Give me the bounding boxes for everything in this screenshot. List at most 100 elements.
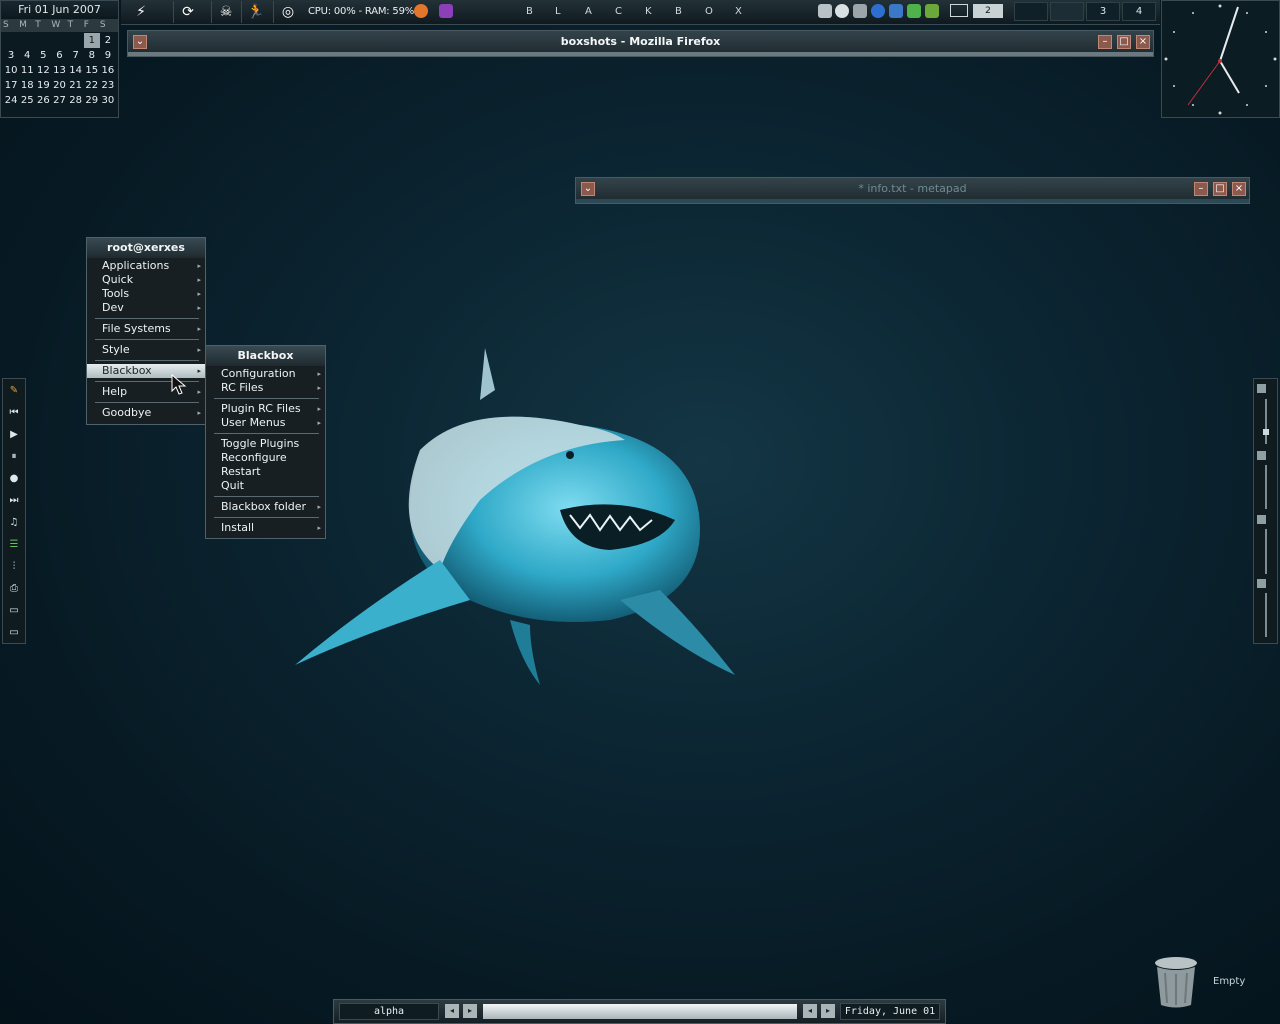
volume-icon[interactable]: [889, 4, 903, 18]
pager-workspace-2[interactable]: [1050, 2, 1084, 21]
maximize-button[interactable]: □: [1213, 182, 1227, 196]
menu-item-blackbox-folder[interactable]: Blackbox folder ▸: [206, 500, 325, 514]
pager-workspace-4[interactable]: 4: [1122, 2, 1156, 21]
menu-item-blackbox[interactable]: Blackbox ▸: [87, 364, 205, 378]
mail-icon[interactable]: [950, 4, 968, 17]
calendar-day[interactable]: 15: [84, 63, 100, 78]
calendar-day[interactable]: 20: [51, 78, 67, 93]
menu-item-rc-files[interactable]: RC Files ▸: [206, 381, 325, 395]
calendar-day[interactable]: 25: [19, 93, 35, 108]
calendar-day[interactable]: 9: [100, 48, 116, 63]
menu-item-toggle-plugins[interactable]: Toggle Plugins: [206, 437, 325, 451]
root-menu[interactable]: root@xerxes Applications ▸ Quick ▸ Tools ▸ …: [86, 237, 206, 425]
pager-workspace-1[interactable]: [1014, 2, 1048, 21]
refresh-icon[interactable]: ⟳: [173, 1, 202, 23]
calendar-day[interactable]: 5: [35, 48, 51, 63]
calendar-day[interactable]: 21: [68, 78, 84, 93]
menu-item-configuration[interactable]: Configuration ▸: [206, 367, 325, 381]
calendar-day[interactable]: 12: [35, 63, 51, 78]
brush-icon[interactable]: ✎: [6, 383, 22, 399]
calendar-day[interactable]: 28: [68, 93, 84, 108]
menu-item-help[interactable]: Help ▸: [87, 385, 205, 399]
prev-workspace-button[interactable]: ◂: [445, 1004, 459, 1018]
menu-item-user-menus[interactable]: User Menus ▸: [206, 416, 325, 430]
running-man-icon[interactable]: 🏃: [241, 1, 270, 23]
calendar-day[interactable]: 14: [68, 63, 84, 78]
lightning-icon[interactable]: ⚡: [127, 1, 155, 23]
prev-window-button[interactable]: ◂: [803, 1004, 817, 1018]
calendar-day[interactable]: 11: [19, 63, 35, 78]
volume-sliders[interactable]: [1254, 379, 1277, 643]
menu-item-restart[interactable]: Restart: [206, 465, 325, 479]
eye-icon[interactable]: ◎: [273, 1, 302, 23]
calendar-day[interactable]: 22: [84, 78, 100, 93]
playlist-icon[interactable]: ☰: [6, 537, 22, 553]
menu-item-goodbye[interactable]: Goodbye ▸: [87, 406, 205, 420]
workspace-name[interactable]: alpha: [339, 1003, 439, 1020]
calendar-day[interactable]: 23: [100, 78, 116, 93]
calendar-day[interactable]: 2: [100, 33, 116, 48]
calendar-day[interactable]: 6: [51, 48, 67, 63]
equalizer-icon[interactable]: ⫶: [6, 559, 22, 575]
menu-item-tools[interactable]: Tools ▸: [87, 287, 205, 301]
calendar-day[interactable]: 4: [19, 48, 35, 63]
minimize-button[interactable]: –: [1194, 182, 1208, 196]
trash-icon[interactable]: [1153, 955, 1199, 1009]
calendar-day[interactable]: 26: [35, 93, 51, 108]
blackbox-submenu[interactable]: Blackbox Configuration ▸ RC Files ▸ Plugin…: [205, 345, 326, 539]
metapad-window[interactable]: ⌄ * info.txt - metapad – □ ×: [575, 177, 1250, 204]
calendar-day[interactable]: 29: [84, 93, 100, 108]
previous-track-icon[interactable]: ⏮: [6, 405, 22, 421]
minimize-button[interactable]: –: [1098, 35, 1112, 49]
info-icon[interactable]: [871, 4, 885, 18]
firefox-icon[interactable]: [414, 4, 428, 18]
calendar-day[interactable]: 13: [51, 63, 67, 78]
firefox-window[interactable]: ⌄ boxshots - Mozilla Firefox – □ ×: [127, 30, 1154, 57]
calendar-day[interactable]: 18: [19, 78, 35, 93]
app-launcher-icon[interactable]: [439, 4, 453, 18]
close-button[interactable]: ×: [1136, 35, 1150, 49]
pager-workspace-3[interactable]: 3: [1086, 2, 1120, 21]
next-track-icon[interactable]: ⏭: [6, 493, 22, 509]
metapad-window-title[interactable]: * info.txt - metapad: [576, 178, 1249, 200]
calendar-day[interactable]: 7: [68, 48, 84, 63]
window-label[interactable]: [483, 1004, 797, 1019]
menu-item-install[interactable]: Install ▸: [206, 521, 325, 535]
calendar-day[interactable]: 16: [100, 63, 116, 78]
stop-icon[interactable]: ●: [6, 471, 22, 487]
music-note-icon[interactable]: ♫: [6, 515, 22, 531]
close-button[interactable]: ×: [1232, 182, 1246, 196]
calendar-widget[interactable]: Fri 01 Jun 2007 S M T W T F S 1234567891…: [0, 0, 119, 118]
menu-item-quit[interactable]: Quit: [206, 479, 325, 493]
calendar-day[interactable]: 19: [35, 78, 51, 93]
update-icon[interactable]: [925, 4, 939, 18]
printer-icon[interactable]: ⎙: [6, 581, 22, 597]
menu-item-applications[interactable]: Applications ▸: [87, 259, 205, 273]
calendar-day[interactable]: 1: [83, 33, 100, 48]
menu-item-quick[interactable]: Quick ▸: [87, 273, 205, 287]
calendar-day[interactable]: 17: [3, 78, 19, 93]
maximize-button[interactable]: □: [1117, 35, 1131, 49]
calendar-day[interactable]: 27: [51, 93, 67, 108]
skull-icon[interactable]: ☠: [211, 1, 240, 23]
menu-item-reconfigure[interactable]: Reconfigure: [206, 451, 325, 465]
menu-item-plugin-rc-files[interactable]: Plugin RC Files ▸: [206, 402, 325, 416]
menu-item-file-systems[interactable]: File Systems ▸: [87, 322, 205, 336]
system-tray-icon[interactable]: [818, 4, 832, 18]
monitor-icon[interactable]: ▭: [6, 603, 22, 619]
calendar-day[interactable]: 8: [84, 48, 100, 63]
next-window-button[interactable]: ▸: [821, 1004, 835, 1018]
menu-item-dev[interactable]: Dev ▸: [87, 301, 205, 315]
menu-item-style[interactable]: Style ▸: [87, 343, 205, 357]
calendar-day[interactable]: 30: [100, 93, 116, 108]
next-workspace-button[interactable]: ▸: [463, 1004, 477, 1018]
calendar-day[interactable]: 24: [3, 93, 19, 108]
pen-icon[interactable]: [853, 4, 867, 18]
battery-icon[interactable]: [907, 4, 921, 18]
network-icon[interactable]: [835, 4, 849, 18]
calendar-day[interactable]: 10: [3, 63, 19, 78]
calendar-day[interactable]: 3: [3, 48, 19, 63]
play-icon[interactable]: ▶: [6, 427, 22, 443]
display-icon[interactable]: ▭: [6, 625, 22, 641]
firefox-window-title[interactable]: boxshots - Mozilla Firefox: [128, 31, 1153, 53]
